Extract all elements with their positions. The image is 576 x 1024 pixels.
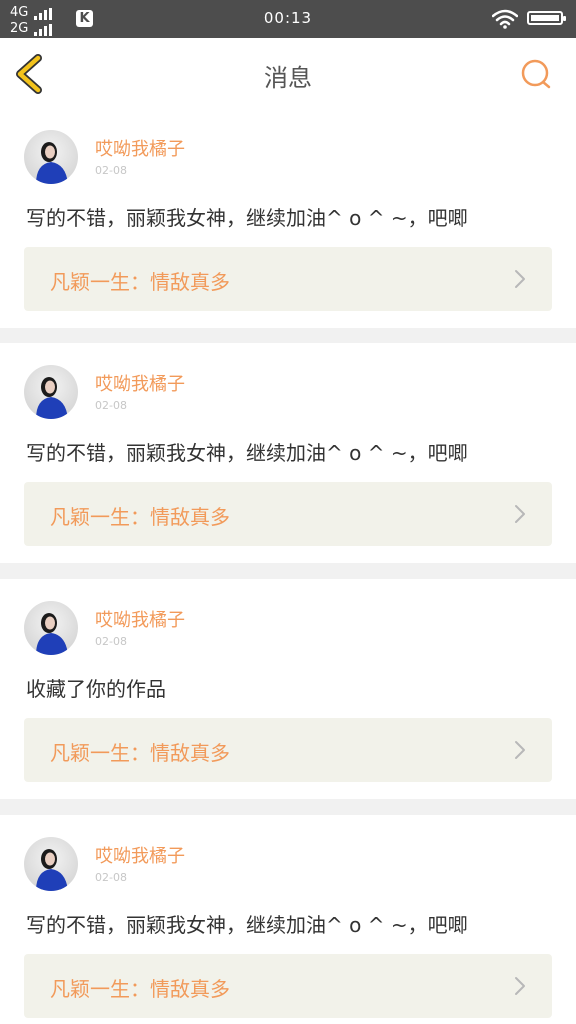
message-date: 02-08 — [95, 635, 127, 648]
comment-text: 写的不错，丽颖我女神，继续加油^ o ^ ~，吧唧 — [26, 206, 468, 230]
message-card: 哎呦我橘子 02-08 写的不错，丽颖我女神，继续加油^ o ^ ~，吧唧 凡颖… — [0, 343, 576, 563]
message-date: 02-08 — [95, 164, 127, 177]
status-time: 00:13 — [263, 9, 313, 27]
battery-icon — [527, 11, 566, 25]
message-date: 02-08 — [95, 399, 127, 412]
username[interactable]: 哎呦我橘子 — [95, 842, 185, 868]
avatar[interactable] — [24, 601, 78, 655]
work-link[interactable]: 凡颖一生：情敌真多 — [24, 954, 552, 1018]
comment-text: 收藏了你的作品 — [26, 677, 166, 701]
username[interactable]: 哎呦我橘子 — [95, 606, 185, 632]
message-card: 哎呦我橘子 02-08 写的不错，丽颖我女神，继续加油^ o ^ ~，吧唧 凡颖… — [0, 815, 576, 1024]
header: 消息 — [0, 38, 576, 109]
chevron-right-icon — [515, 505, 525, 523]
avatar-portrait-icon — [36, 142, 68, 184]
chevron-right-icon — [515, 977, 525, 995]
message-card: 哎呦我橘子 02-08 写的不错，丽颖我女神，继续加油^ o ^ ~，吧唧 凡颖… — [0, 108, 576, 328]
username[interactable]: 哎呦我橘子 — [95, 370, 185, 396]
search-button[interactable] — [518, 56, 554, 92]
wifi-icon — [492, 9, 518, 29]
work-title: 凡颖一生：情敌真多 — [50, 741, 230, 765]
work-link[interactable]: 凡颖一生：情敌真多 — [24, 247, 552, 311]
comment-text: 写的不错，丽颖我女神，继续加油^ o ^ ~，吧唧 — [26, 441, 468, 465]
status-bar: 4G 2G K 00:13 — [0, 0, 576, 38]
comment-text: 写的不错，丽颖我女神，继续加油^ o ^ ~，吧唧 — [26, 913, 468, 937]
work-title: 凡颖一生：情敌真多 — [50, 505, 230, 529]
avatar[interactable] — [24, 130, 78, 184]
work-title: 凡颖一生：情敌真多 — [50, 977, 230, 1001]
avatar[interactable] — [24, 837, 78, 891]
work-title: 凡颖一生：情敌真多 — [50, 270, 230, 294]
avatar[interactable] — [24, 365, 78, 419]
avatar-portrait-icon — [36, 613, 68, 655]
message-card: 哎呦我橘子 02-08 收藏了你的作品 凡颖一生：情敌真多 — [0, 579, 576, 799]
avatar-portrait-icon — [36, 377, 68, 419]
username[interactable]: 哎呦我橘子 — [95, 135, 185, 161]
chevron-right-icon — [515, 270, 525, 288]
message-date: 02-08 — [95, 871, 127, 884]
work-link[interactable]: 凡颖一生：情敌真多 — [24, 482, 552, 546]
chevron-right-icon — [515, 741, 525, 759]
work-link[interactable]: 凡颖一生：情敌真多 — [24, 718, 552, 782]
page-title: 消息 — [264, 64, 312, 92]
avatar-portrait-icon — [36, 849, 68, 891]
